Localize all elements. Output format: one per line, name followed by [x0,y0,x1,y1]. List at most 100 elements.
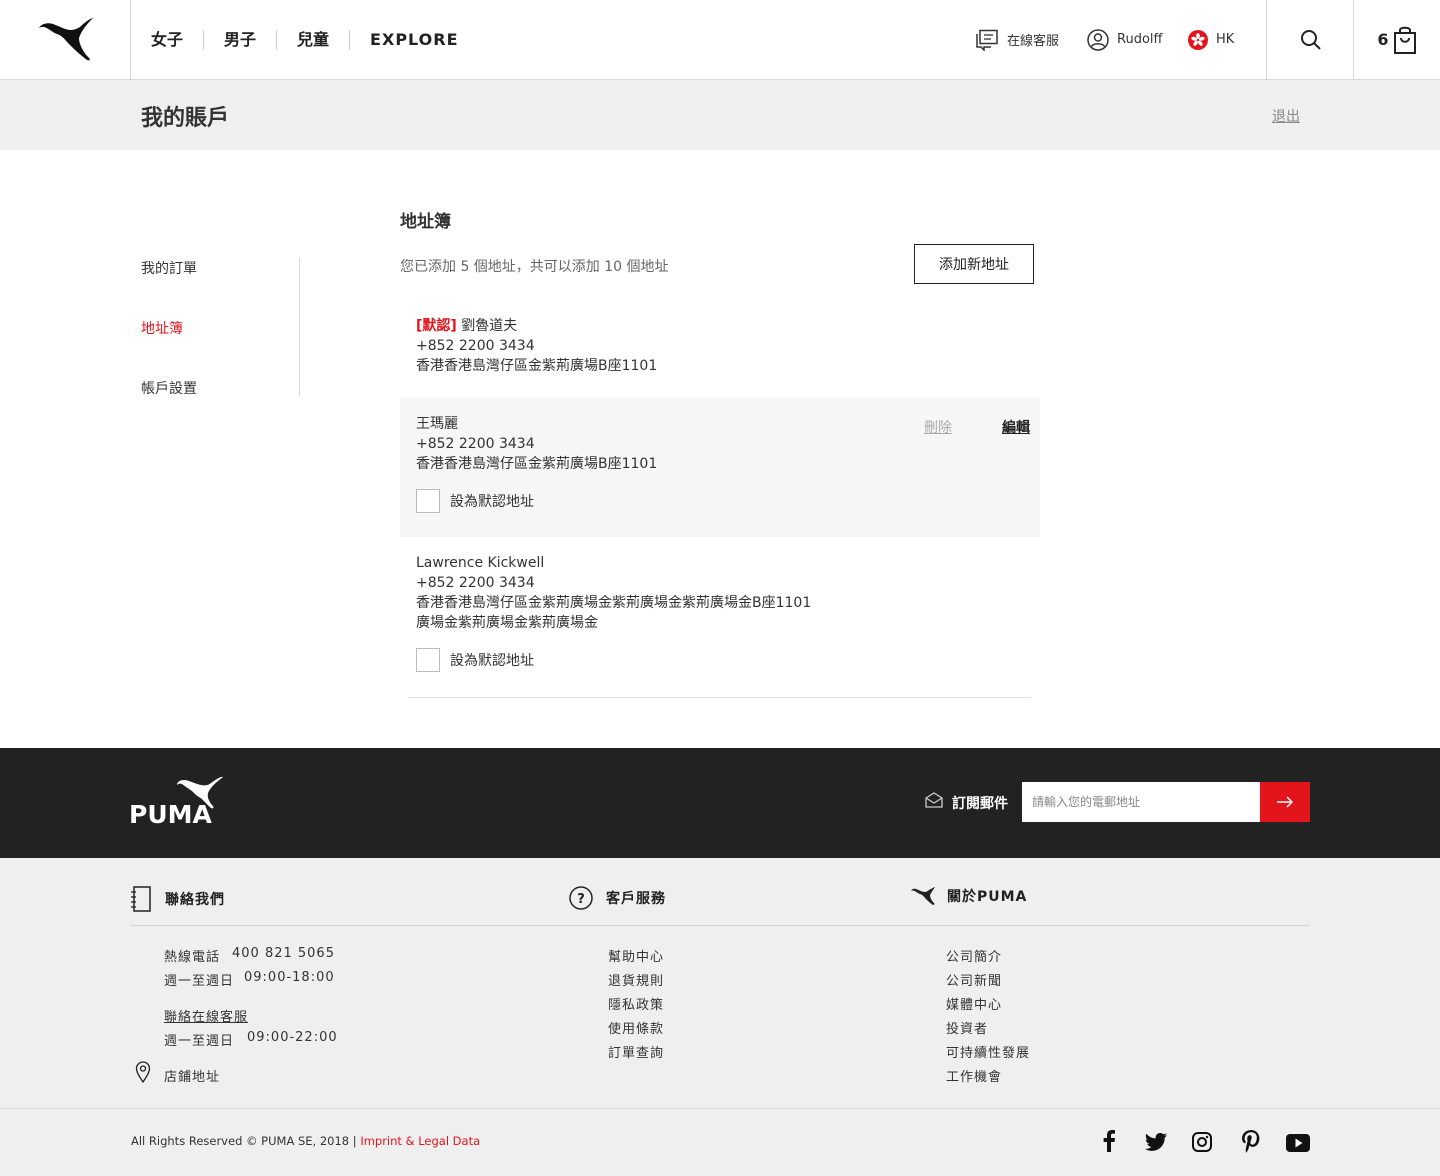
arrow-right-icon [1277,796,1294,808]
careers-link[interactable]: 工作機會 [946,1066,1002,1085]
hotline-label: 熱線電話 [164,950,221,965]
address-name: Lawrence Kickwell [416,555,545,571]
nav-women[interactable]: 女子 [131,29,205,50]
account-sidebar: 我的訂單 地址簿 帳戶設置 [141,258,300,398]
terms-link[interactable]: 使用條款 [608,1018,664,1037]
imprint-link[interactable]: Imprint & Legal Data [360,1134,480,1148]
media-center-link[interactable]: 媒體中心 [946,994,1002,1013]
nav-kids[interactable]: 兒童 [277,29,351,50]
sustainability-link[interactable]: 可持續性發展 [946,1042,1030,1061]
default-tag: [默認] [416,318,457,334]
address-card-default: [默認] 劉魯道夫 +852 2200 3434 香港香港島灣仔區金紫荊廣場B座… [400,306,1040,396]
search-button[interactable] [1266,0,1354,79]
returns-link[interactable]: 退貨規則 [608,970,664,989]
puma-wordmark-icon: PUMA [129,776,223,829]
twitter-icon[interactable] [1145,1133,1167,1151]
page-title: 我的賬戶 [141,106,230,131]
subscribe-button[interactable] [1260,782,1310,822]
region-label: HK [1216,32,1235,47]
sidebar-item-address-book[interactable]: 地址簿 [141,318,183,338]
privacy-link[interactable]: 隱私政策 [608,994,664,1013]
help-center-link[interactable]: 幫助中心 [608,946,664,965]
logout-link[interactable]: 退出 [1272,106,1300,126]
footer-puma-logo[interactable]: PUMA [129,775,229,832]
chat-icon [976,29,998,51]
account-link[interactable]: Rudolff [1087,0,1162,79]
divider [408,697,1031,698]
investors-link[interactable]: 投資者 [946,1018,988,1037]
region-selector[interactable]: HK [1188,0,1234,79]
address-text-line2: 廣場金紫荊廣場金紫荊廣場金 [416,615,598,631]
address-card: Lawrence Kickwell +852 2200 3434 香港香港島灣仔… [400,537,1040,697]
about-title: 關於PUMA [947,889,1028,905]
company-news-link[interactable]: 公司新聞 [946,970,1002,989]
set-default-checkbox[interactable] [416,648,440,672]
sidebar-item-account-settings[interactable]: 帳戶設置 [141,378,197,398]
youtube-icon[interactable] [1286,1134,1310,1152]
cart-count: 6 [1377,30,1389,49]
store-locator-link[interactable]: 店鋪地址 [164,1066,220,1085]
service-heading: ? 客戶服務 [569,886,666,910]
search-icon [1300,29,1321,50]
set-default-checkbox[interactable] [416,489,440,513]
edit-address-link[interactable]: 編輯 [1002,417,1030,437]
address-phone: +852 2200 3434 [416,575,535,591]
address-name: 劉魯道夫 [461,318,518,334]
nav-explore[interactable]: EXPLORE [350,30,478,50]
online-service-link[interactable]: 在線客服 [975,0,1059,79]
mail-icon [925,792,943,808]
service-title: 客戶服務 [606,891,666,907]
nav-men[interactable]: 男子 [204,29,278,50]
online-service-footer-link[interactable]: 聯絡在線客服 [164,1006,248,1025]
add-address-button[interactable]: 添加新地址 [914,244,1034,284]
user-icon [1087,28,1109,51]
account-banner: 我的賬戶 退出 [0,80,1440,150]
address-text: 香港香港島灣仔區金紫荊廣場B座1101 [416,358,658,374]
hours-value: 09:00-18:00 [244,970,335,985]
hours-label: 週一至週日 [164,974,235,989]
main-nav: 女子 男子 兒童 EXPLORE [131,0,479,79]
address-count-text: 您已添加 5 個地址，共可以添加 10 個地址 [400,259,669,275]
about-heading: 關於PUMA [910,886,1027,906]
cart-button[interactable]: 6 [1353,0,1440,79]
pinterest-icon[interactable] [1241,1130,1261,1154]
puma-cat-icon [911,887,935,905]
shopping-bag-icon [1393,26,1416,54]
facebook-icon[interactable] [1102,1130,1116,1152]
puma-logo[interactable] [0,0,131,79]
puma-cat-icon [39,17,93,60]
sidebar-item-orders[interactable]: 我的訂單 [141,258,197,278]
divider [0,1108,1440,1109]
brand-text: PUMA [129,800,213,827]
address-phone: +852 2200 3434 [416,436,535,452]
hk-flag-icon [1188,29,1208,50]
company-profile-link[interactable]: 公司簡介 [946,946,1002,965]
delete-address-link[interactable]: 刪除 [924,417,952,437]
copyright-text: All Rights Reserved © PUMA SE, 2018 | [131,1134,357,1148]
hotline-number: 400 821 5065 [232,946,335,961]
hours-label: 週一至週日 [164,1034,235,1049]
map-pin-icon [135,1061,151,1083]
order-tracking-link[interactable]: 訂單查詢 [608,1042,664,1061]
address-text: 香港香港島灣仔區金紫荊廣場金紫荊廣場金紫荊廣場金B座1101 [416,595,812,611]
question-circle-icon: ? [569,886,593,910]
copyright: All Rights Reserved © PUMA SE, 2018 | Im… [131,1134,480,1148]
contact-title: 聯絡我們 [165,892,225,908]
section-title: 地址簿 [400,212,451,232]
subscribe-email-input[interactable] [1022,782,1260,822]
divider [130,925,1310,926]
site-header: 女子 男子 兒童 EXPLORE 在線客服 Rudolff HK 6 [0,0,1440,80]
svg-text:?: ? [577,892,585,907]
set-default-row: 設為默認地址 [416,648,534,672]
set-default-row: 設為默認地址 [416,489,534,513]
set-default-label: 設為默認地址 [450,653,534,669]
subscribe-label: 訂閱郵件 [952,796,1008,812]
user-name: Rudolff [1117,32,1163,47]
address-card: 王瑪麗 +852 2200 3434 香港香港島灣仔區金紫荊廣場B座1101 刪… [400,397,1040,537]
address-phone: +852 2200 3434 [416,338,535,354]
set-default-label: 設為默認地址 [450,494,534,510]
address-name-line: [默認] 劉魯道夫 [416,316,517,336]
notebook-icon [131,886,151,912]
online-service-label: 在線客服 [1007,34,1060,49]
instagram-icon[interactable] [1192,1132,1212,1152]
